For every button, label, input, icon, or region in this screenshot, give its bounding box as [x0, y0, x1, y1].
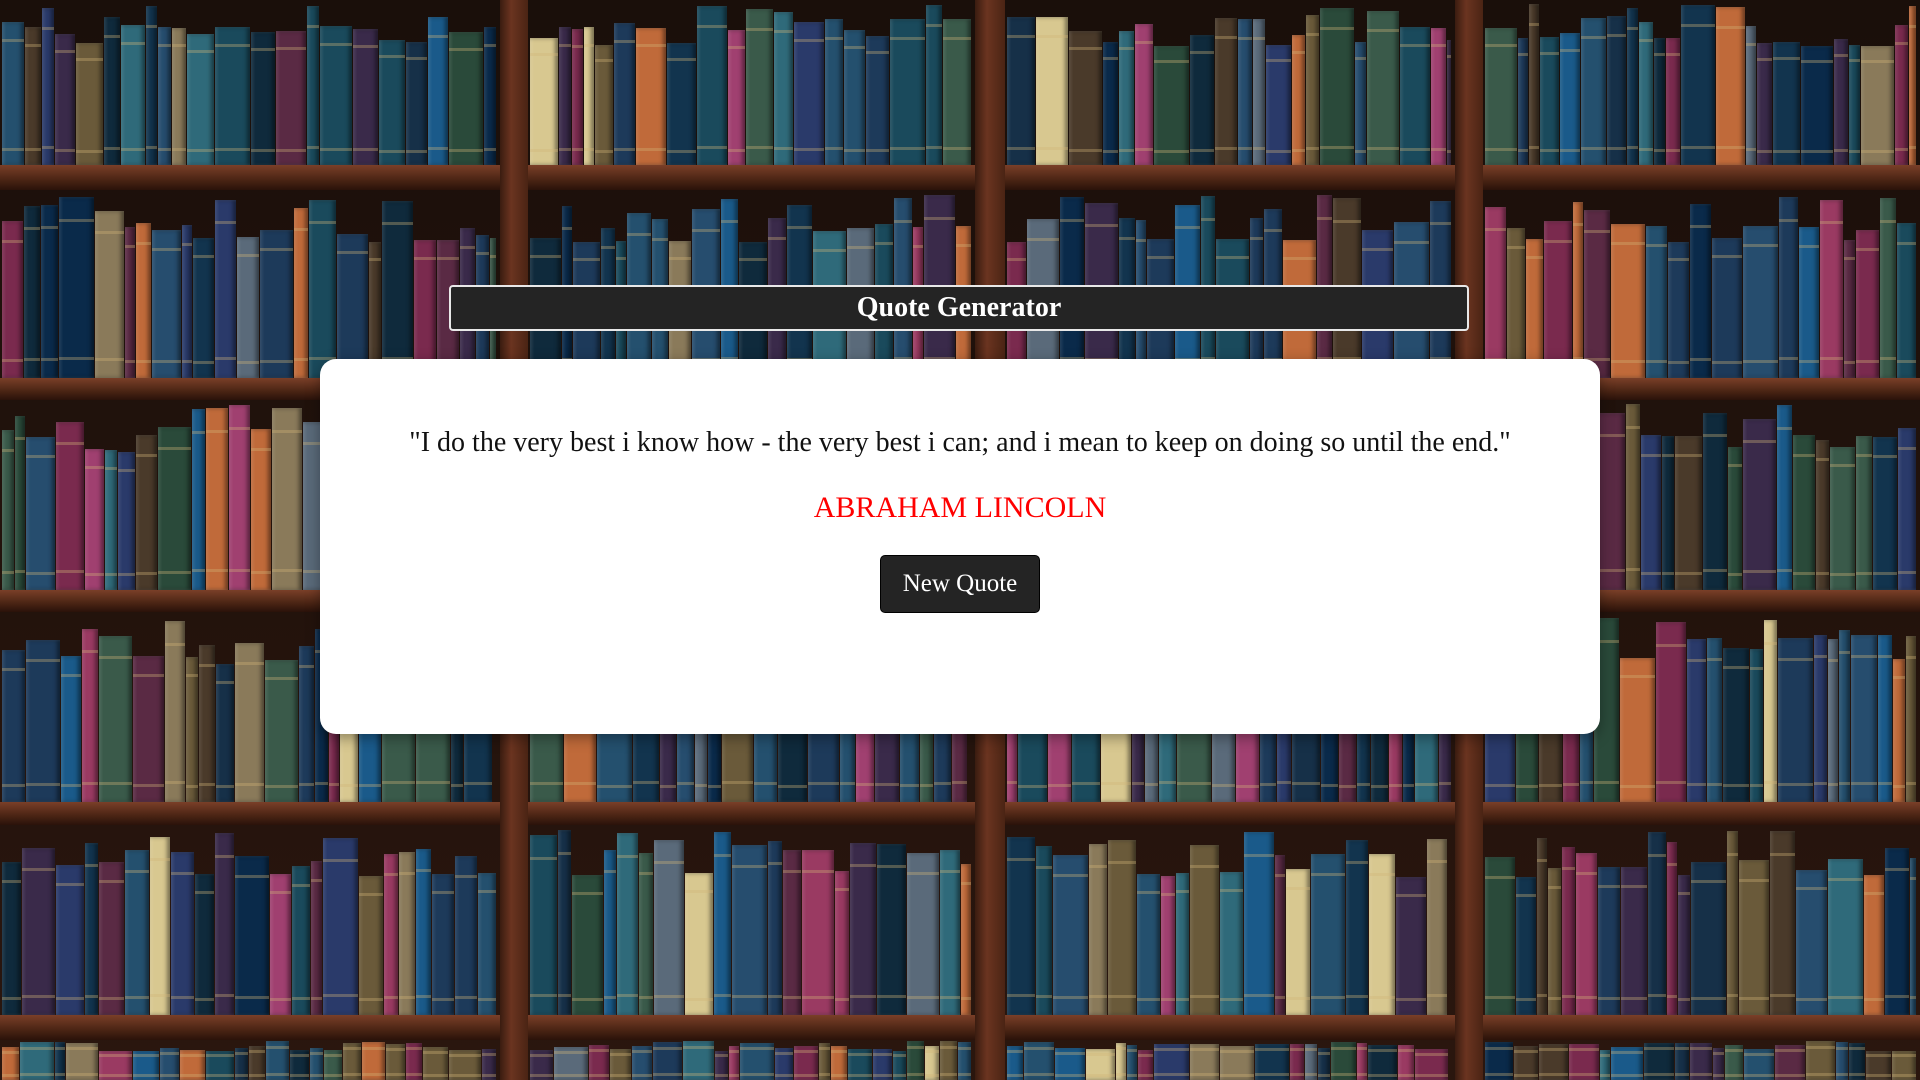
- quote-card: "I do the very best i know how - the ver…: [320, 359, 1600, 734]
- quote-text: "I do the very best i know how - the ver…: [409, 427, 1511, 458]
- page-title: Quote Generator: [856, 292, 1062, 323]
- app-header: Quote Generator: [449, 285, 1469, 331]
- new-quote-button[interactable]: New Quote: [880, 555, 1040, 613]
- quote-author: ABRAHAM LINCOLN: [813, 491, 1107, 524]
- page: Quote Generator "I do the very best i kn…: [0, 0, 1920, 1080]
